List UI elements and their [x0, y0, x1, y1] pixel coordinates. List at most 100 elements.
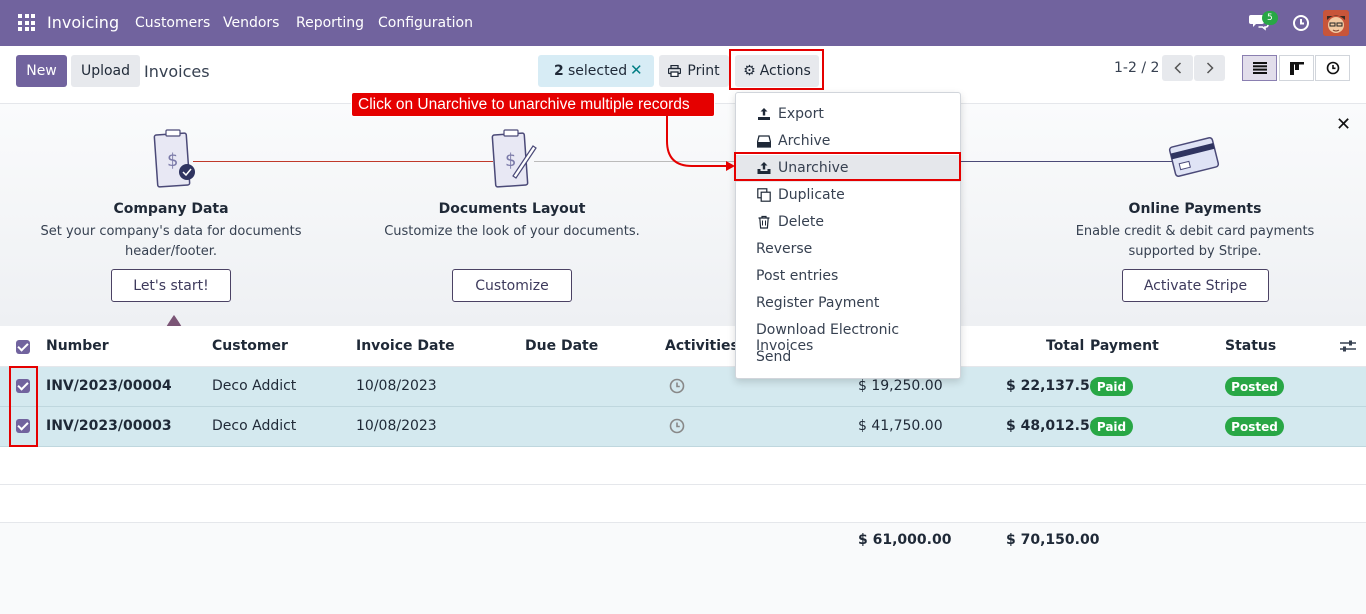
- column-payment[interactable]: Payment: [1090, 338, 1159, 354]
- menu-item-archive[interactable]: Archive: [736, 128, 960, 155]
- callout-arrow-icon: [666, 116, 735, 171]
- menu-item-send[interactable]: Send: [736, 344, 960, 371]
- menu-item-delete[interactable]: Delete: [736, 209, 960, 236]
- step-description: Enable credit & debit card payments supp…: [1064, 222, 1326, 262]
- app-brand[interactable]: Invoicing: [47, 13, 119, 32]
- new-button[interactable]: New: [16, 55, 67, 87]
- pager-value[interactable]: 1-2 / 2: [1114, 60, 1159, 76]
- svg-text:$: $: [505, 150, 516, 171]
- user-avatar[interactable]: [1323, 10, 1349, 36]
- step-title: Online Payments: [1128, 201, 1262, 217]
- close-banner-icon[interactable]: ✕: [1336, 114, 1351, 135]
- unselect-close-icon[interactable]: ✕: [630, 61, 643, 79]
- activity-clock-icon[interactable]: [669, 418, 685, 434]
- step-online-payments: Online Payments Enable credit & debit ca…: [1064, 201, 1326, 262]
- step-documents-layout: Documents Layout Customize the look of y…: [382, 201, 642, 242]
- column-status[interactable]: Status: [1225, 338, 1276, 354]
- message-count-badge: 5: [1262, 11, 1278, 25]
- selected-count: 2: [554, 63, 564, 79]
- customize-button[interactable]: Customize: [452, 269, 572, 302]
- checkbox-highlight-box: [9, 366, 38, 447]
- selected-label: selected: [568, 63, 628, 79]
- print-button[interactable]: Print: [659, 55, 729, 87]
- footer-untaxed-sum: $ 61,000.00: [858, 532, 952, 548]
- step-desc-line: header/footer.: [124, 244, 218, 259]
- lets-start-button[interactable]: Let's start!: [111, 269, 231, 302]
- step-connector-1: [193, 161, 493, 162]
- activity-clock-icon[interactable]: [669, 378, 685, 394]
- column-due-date[interactable]: Due Date: [525, 338, 598, 354]
- table-footer: [0, 522, 1366, 614]
- menu-item-label: Reverse: [756, 241, 813, 257]
- step-connector-3: [960, 161, 1172, 162]
- menu-item-duplicate[interactable]: Duplicate: [736, 182, 960, 209]
- menu-item-post-entries[interactable]: Post entries: [736, 263, 960, 290]
- menu-item-reverse[interactable]: Reverse: [736, 236, 960, 263]
- cell-untaxed: $ 41,750.00: [858, 418, 943, 434]
- menu-item-register-payment[interactable]: Register Payment: [736, 290, 960, 317]
- status-badge: Posted: [1225, 377, 1284, 396]
- menu-vendors[interactable]: Vendors: [223, 15, 279, 31]
- activity-view-button[interactable]: [1315, 55, 1350, 81]
- step-desc-line: supported by Stripe.: [1128, 244, 1262, 259]
- archive-icon: [757, 135, 771, 148]
- column-invoice-date[interactable]: Invoice Date: [356, 338, 455, 354]
- step-desc-line: Set your company's data for documents: [40, 224, 302, 239]
- export-icon: [758, 108, 770, 120]
- activate-stripe-button[interactable]: Activate Stripe: [1122, 269, 1269, 302]
- step-description: Customize the look of your documents.: [382, 222, 642, 242]
- svg-text:$: $: [167, 150, 178, 171]
- select-all-checkbox[interactable]: [16, 340, 30, 354]
- menu-customers[interactable]: Customers: [135, 15, 210, 31]
- cell-untaxed: $ 19,250.00: [858, 378, 943, 394]
- chevron-right-icon: [1206, 62, 1214, 74]
- top-navbar: Invoicing Customers Vendors Reporting Co…: [0, 0, 1366, 46]
- cell-customer: Deco Addict: [212, 418, 297, 434]
- cell-number: INV/2023/00004: [46, 378, 172, 394]
- step-desc-line: Enable credit & debit card payments: [1075, 224, 1315, 239]
- pager-next-button[interactable]: [1194, 55, 1225, 81]
- selection-indicator: 2 selected ✕: [538, 55, 654, 87]
- list-view-button[interactable]: [1242, 55, 1277, 81]
- pager-previous-button[interactable]: [1162, 55, 1193, 81]
- menu-reporting[interactable]: Reporting: [296, 15, 364, 31]
- unarchive-highlight-box: [734, 152, 961, 181]
- payment-badge: Paid: [1090, 377, 1133, 396]
- column-activities[interactable]: Activities: [665, 338, 739, 354]
- payment-badge: Paid: [1090, 417, 1133, 436]
- optional-columns-sliders-icon[interactable]: [1340, 339, 1356, 353]
- empty-row-divider: [0, 484, 1366, 485]
- menu-item-label: Post entries: [756, 268, 839, 284]
- menu-item-label: Export: [778, 106, 824, 122]
- upload-button[interactable]: Upload: [71, 55, 140, 87]
- kanban-view-button[interactable]: [1279, 55, 1314, 81]
- cell-invoice-date: 10/08/2023: [356, 418, 437, 434]
- table-row[interactable]: INV/2023/00003 Deco Addict 10/08/2023 $ …: [0, 407, 1366, 447]
- apps-menu-icon[interactable]: [18, 14, 35, 31]
- step-title: Company Data: [113, 201, 229, 217]
- activity-clock-icon[interactable]: [1292, 14, 1310, 32]
- company-data-illustration-icon: $: [153, 129, 195, 188]
- menu-configuration[interactable]: Configuration: [378, 15, 473, 31]
- menu-item-download-electronic-invoices[interactable]: Download Electronic Invoices: [736, 317, 960, 354]
- column-number[interactable]: Number: [46, 338, 109, 354]
- step-title: Documents Layout: [438, 201, 586, 217]
- menu-item-export[interactable]: Export: [736, 101, 960, 128]
- cell-invoice-date: 10/08/2023: [356, 378, 437, 394]
- chevron-left-icon: [1173, 62, 1181, 74]
- table-header: Number Customer Invoice Date Due Date Ac…: [0, 326, 1366, 367]
- column-customer[interactable]: Customer: [212, 338, 288, 354]
- column-total[interactable]: Total: [1046, 338, 1084, 354]
- step-company-data: Company Data Set your company's data for…: [40, 201, 302, 262]
- menu-item-label: Archive: [778, 133, 831, 149]
- page-title[interactable]: Invoices: [144, 62, 210, 81]
- print-label: Print: [687, 63, 720, 79]
- list-view-icon: [1252, 62, 1267, 74]
- online-payments-illustration-icon: [1168, 137, 1220, 177]
- status-badge: Posted: [1225, 417, 1284, 436]
- clock-icon: [1326, 61, 1339, 75]
- menu-item-label: Send: [756, 349, 792, 365]
- cell-customer: Deco Addict: [212, 378, 297, 394]
- table-row[interactable]: INV/2023/00004 Deco Addict 10/08/2023 $ …: [0, 367, 1366, 407]
- step-description: Set your company's data for documents he…: [40, 222, 302, 262]
